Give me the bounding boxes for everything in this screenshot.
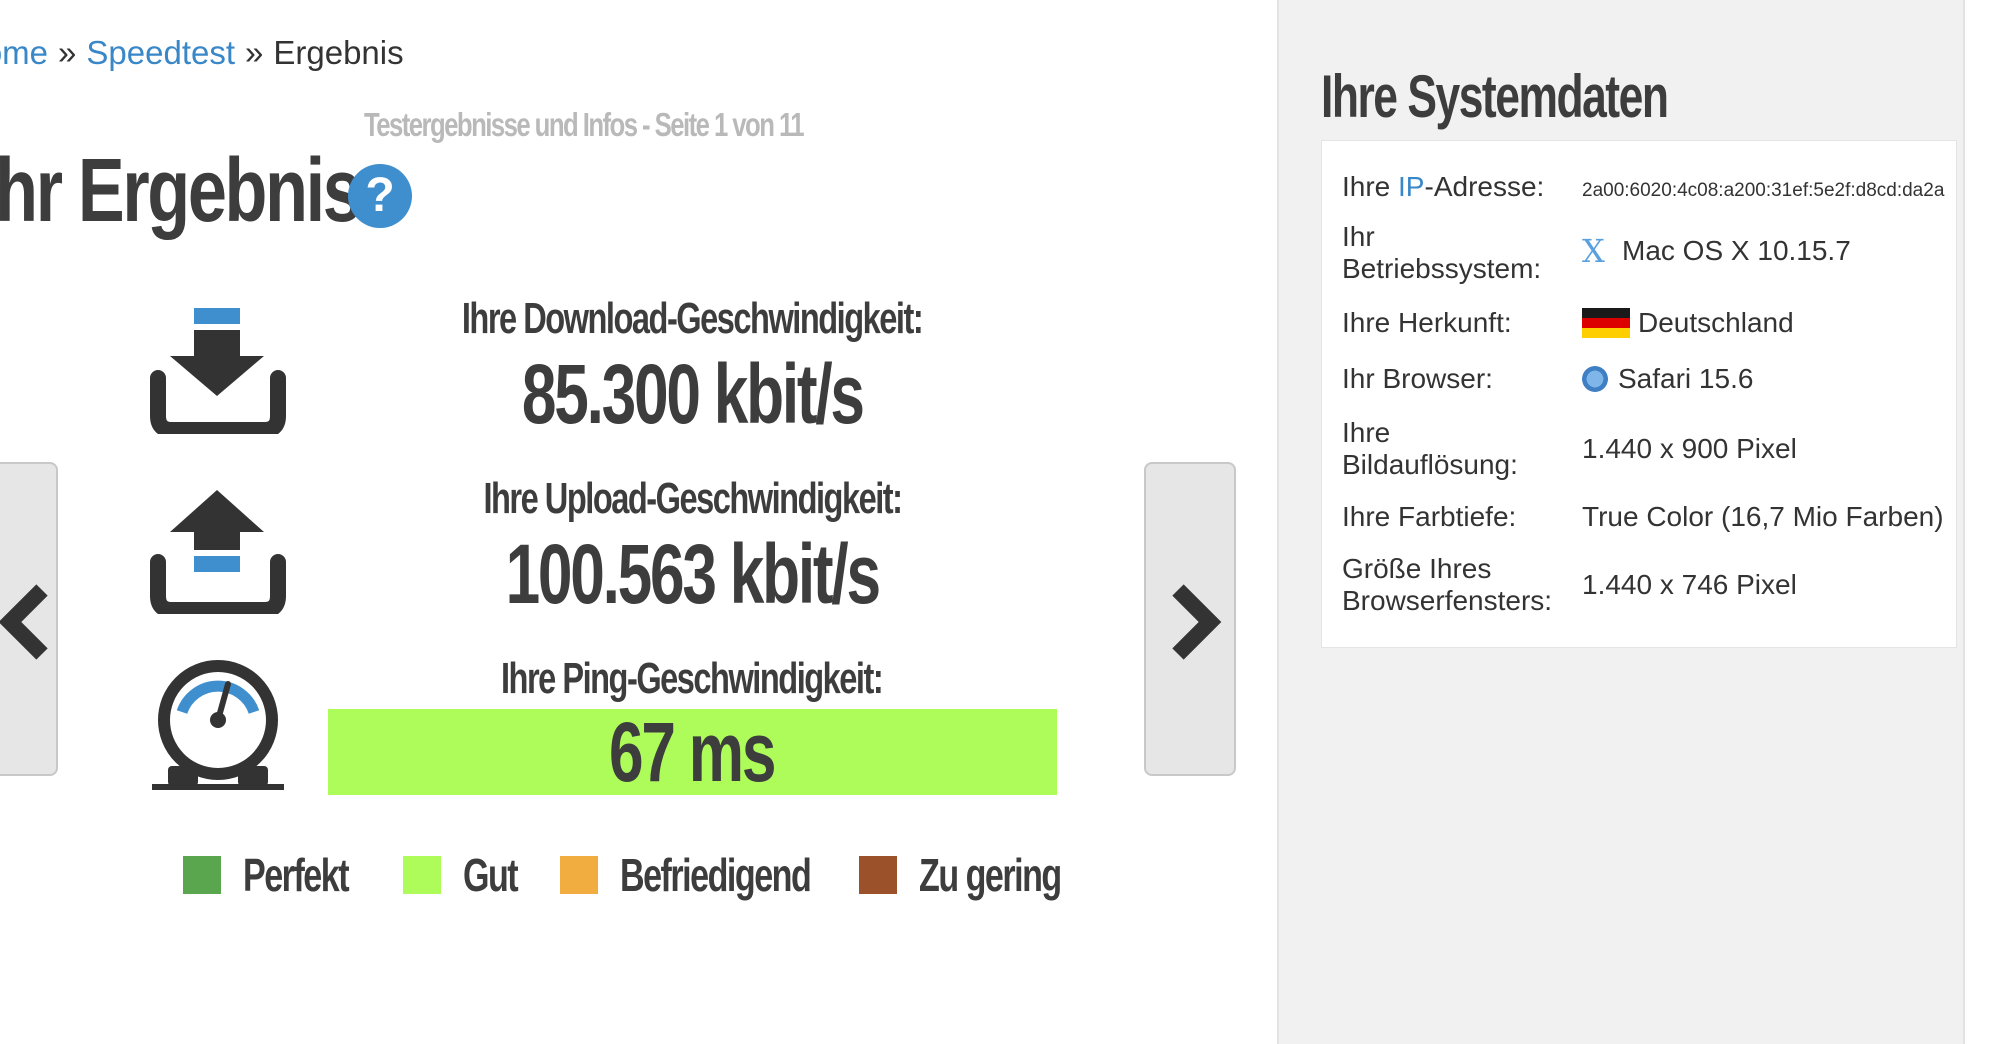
ping-value: 67 ms: [609, 705, 776, 799]
breadcrumb-separator: »: [245, 34, 264, 71]
legend-item: Perfekt: [183, 848, 373, 902]
legend-swatch-befriedigend: [560, 856, 599, 894]
safari-icon: [1582, 366, 1608, 392]
system-data-box: Ihre IP-Adresse: 2a00:6020:4c08:a200:31e…: [1321, 140, 1957, 648]
legend-swatch-zu-gering: [859, 856, 898, 894]
ip-link[interactable]: IP: [1398, 171, 1424, 202]
upload-label: Ihre Upload-Geschwindigkeit:: [482, 474, 903, 523]
prev-page-button[interactable]: [0, 462, 58, 776]
breadcrumb-home-link[interactable]: Home: [0, 34, 48, 71]
system-key: Ihre Farbtiefe:: [1342, 501, 1517, 532]
system-row-resolution: Ihre Bildauflösung: 1.440 x 900 Pixel: [1342, 417, 1952, 485]
system-value: 1.440 x 746 Pixel: [1582, 569, 1797, 600]
system-value: True Color (16,7 Mio Farben): [1582, 501, 1944, 532]
legend-label: Befriedigend: [620, 849, 812, 901]
breadcrumb-separator: »: [58, 34, 77, 71]
page-info: Testergebnisse und Infos - Seite 1 von 1…: [364, 106, 805, 143]
gauge-icon: [152, 660, 284, 790]
legend-swatch-perfekt: [183, 856, 221, 894]
next-page-button[interactable]: [1144, 462, 1236, 776]
system-key: Ihre Herkunft:: [1342, 307, 1512, 338]
ping-label: Ihre Ping-Geschwindigkeit:: [501, 654, 884, 703]
germany-flag-icon: [1582, 308, 1630, 338]
system-key: Ihre IP-Adresse:: [1342, 171, 1545, 202]
system-row-colordepth: Ihre Farbtiefe: True Color (16,7 Mio Far…: [1342, 501, 1952, 541]
legend-item: Gut: [402, 848, 530, 902]
system-row-window-size: Größe Ihres Browserfensters: 1.440 x 746…: [1342, 553, 1952, 621]
system-row-os: Ihr Betriebssystem: X Mac OS X 10.15.7: [1342, 221, 1952, 289]
page-margin: [1965, 0, 2008, 1044]
download-icon: [150, 308, 286, 434]
ping-legend: Perfekt Gut Befriedigend Zu gering: [183, 848, 1141, 902]
legend-label: Perfekt: [243, 849, 350, 901]
system-key: Ihr Betriebssystem:: [1342, 221, 1542, 284]
help-icon[interactable]: ?: [348, 164, 412, 228]
ip-value: 2a00:6020:4c08:a200:31ef:5e2f:d8cd:da2a: [1582, 180, 1945, 201]
system-key: Größe Ihres Browserfensters:: [1342, 553, 1553, 616]
breadcrumb-current: Ergebnis: [273, 34, 404, 71]
system-row-ip: Ihre IP-Adresse: 2a00:6020:4c08:a200:31e…: [1342, 171, 1952, 211]
download-label: Ihre Download-Geschwindigkeit:: [461, 294, 924, 343]
system-row-browser: Ihr Browser: Safari 15.6: [1342, 363, 1952, 403]
system-value: 1.440 x 900 Pixel: [1582, 433, 1797, 464]
breadcrumb-speedtest-link[interactable]: Speedtest: [86, 34, 235, 71]
page-title: Ihr Ergebnis: [0, 141, 362, 241]
legend-item: Befriedigend: [560, 848, 829, 902]
system-key: Ihr Browser:: [1342, 363, 1493, 394]
legend-item: Zu gering: [859, 848, 1111, 902]
legend-label: Zu gering: [919, 849, 1062, 901]
system-value: Deutschland: [1582, 307, 1794, 339]
download-value: 85.300 kbit/s: [521, 347, 865, 441]
upload-value: 100.563 kbit/s: [505, 527, 880, 621]
system-value: X Mac OS X 10.15.7: [1582, 232, 1851, 270]
macos-x-icon: X: [1582, 232, 1605, 270]
chevron-left-icon: [0, 584, 48, 660]
system-row-origin: Ihre Herkunft: Deutschland: [1342, 307, 1952, 347]
breadcrumb: Home»Speedtest»Ergebnis: [0, 34, 404, 72]
system-data-sidebar: Ihre Systemdaten Ihre IP-Adresse: 2a00:6…: [1277, 0, 1965, 1044]
upload-icon: [150, 490, 286, 614]
chevron-right-icon: [1172, 584, 1222, 660]
sidebar-title: Ihre Systemdaten: [1321, 63, 1669, 130]
legend-swatch-gut: [402, 856, 441, 894]
system-key: Ihre Bildauflösung:: [1342, 417, 1518, 480]
legend-label: Gut: [462, 849, 519, 901]
system-value: Safari 15.6: [1582, 363, 1753, 395]
